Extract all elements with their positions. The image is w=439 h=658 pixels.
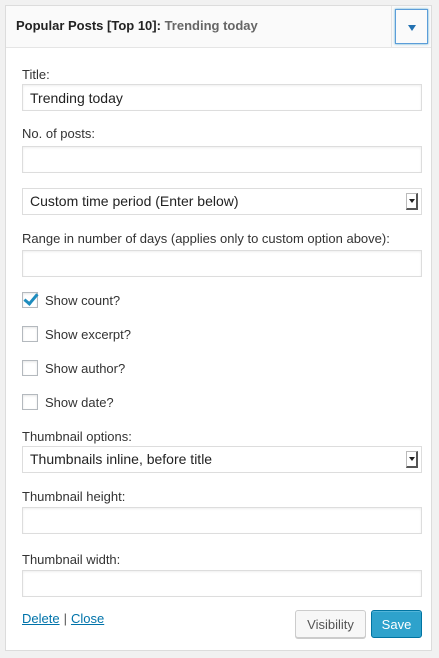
range-days-input[interactable] [22,250,422,277]
range-label: Range in number of days (applies only to… [22,231,390,246]
show-author-row[interactable]: Show author? [22,359,125,377]
show-date-label: Show date? [45,394,114,410]
title-label: Title: [22,67,50,82]
show-excerpt-row[interactable]: Show excerpt? [22,325,131,343]
widget-title-main: Popular Posts [Top 10] [16,18,157,33]
thumbnail-height-input[interactable] [22,507,422,534]
save-button[interactable]: Save [371,610,422,638]
show-date-row[interactable]: Show date? [22,393,114,411]
widget-title: Popular Posts [Top 10]: Trending today [16,18,258,33]
thumbnail-options-selected: Thumbnails inline, before title [30,451,213,467]
checkmark-icon [23,290,39,306]
num-posts-input[interactable] [22,146,422,173]
thumbnail-width-label: Thumbnail width: [22,552,121,567]
thumbnail-options-label: Thumbnail options: [22,429,132,444]
thumbnail-height-label: Thumbnail height: [22,489,126,504]
show-count-checkbox[interactable] [22,290,39,308]
widget-panel: Popular Posts [Top 10]: Trending today T… [5,5,432,651]
focus-ring [395,9,428,44]
show-excerpt-label: Show excerpt? [45,326,131,342]
show-author-label: Show author? [45,360,126,376]
title-input[interactable] [22,84,422,111]
thumbnail-width-input[interactable] [22,570,422,597]
show-count-label: Show count? [45,292,121,308]
show-date-checkbox[interactable] [22,394,38,410]
num-posts-label: No. of posts: [22,126,95,141]
footer-links: Delete | Close [22,611,104,626]
widget-title-instance: Trending today [164,18,258,33]
show-excerpt-checkbox[interactable] [22,326,38,342]
select-arrow-icon [406,193,418,210]
time-period-selected: Custom time period (Enter below) [30,193,239,209]
time-period-select[interactable]: Custom time period (Enter below) [22,188,422,215]
widget-header[interactable]: Popular Posts [Top 10]: Trending today [6,6,431,48]
delete-link[interactable]: Delete [22,611,60,626]
thumbnail-options-select[interactable]: Thumbnails inline, before title [22,446,422,473]
show-count-row[interactable]: Show count? [22,290,121,309]
visibility-button[interactable]: Visibility [295,610,366,638]
widget-title-separator: : [156,18,165,33]
widget-toggle-button[interactable] [391,6,431,47]
show-author-checkbox[interactable] [22,360,38,376]
select-arrow-icon [406,451,418,468]
link-separator: | [63,611,67,626]
close-link[interactable]: Close [71,611,104,626]
